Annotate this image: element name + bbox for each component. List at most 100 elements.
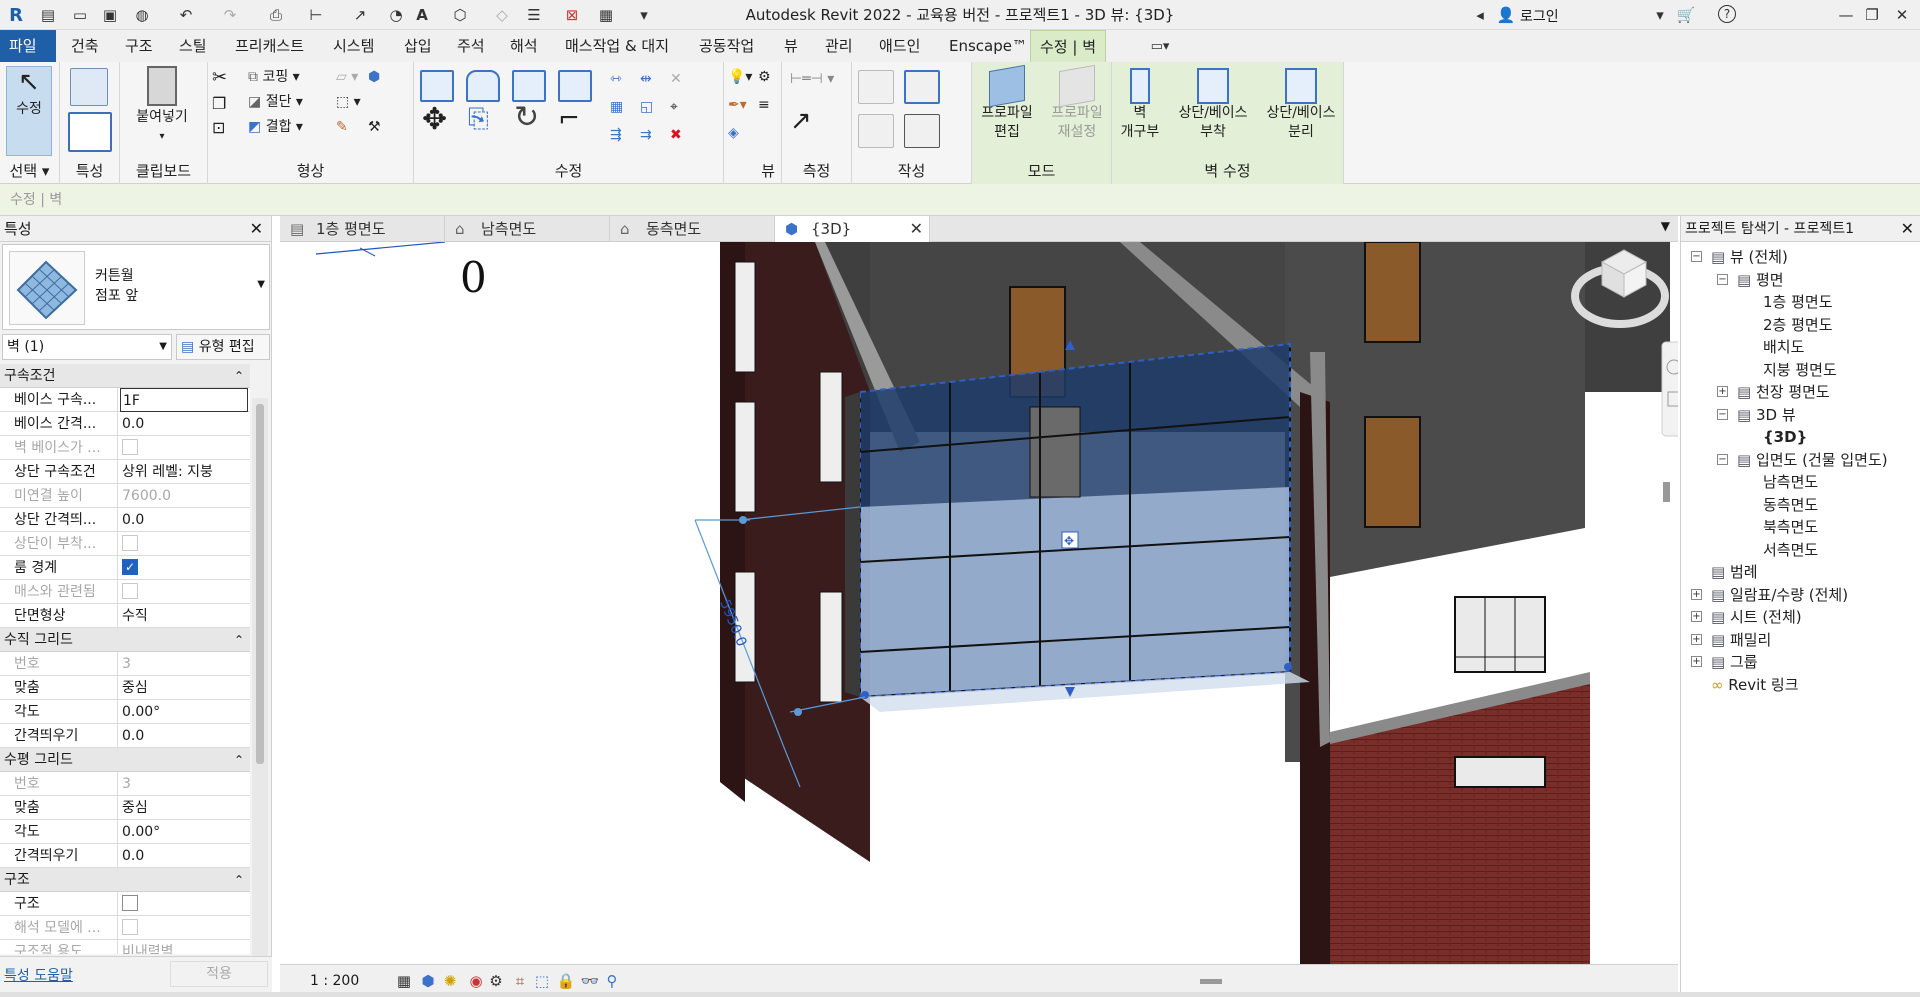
tab-collaborate[interactable]: 공동작업 bbox=[690, 30, 763, 62]
property-value[interactable]: 0.0 bbox=[120, 508, 248, 532]
close-window-icon[interactable]: ✕ bbox=[1892, 5, 1912, 25]
split-gap-icon[interactable]: ⇹ bbox=[640, 70, 652, 89]
property-value[interactable]: 1F bbox=[120, 388, 248, 412]
move-icon[interactable]: ✥ bbox=[422, 105, 447, 135]
type-selector[interactable]: 커튼월 점포 앞 ▼ bbox=[2, 244, 270, 330]
apply-button[interactable]: 적용 bbox=[170, 961, 268, 987]
create-assembly-icon[interactable] bbox=[858, 70, 894, 104]
tab-precast[interactable]: 프리캐스트 bbox=[226, 30, 313, 62]
property-section[interactable]: 수평 그리드 ⌃ bbox=[0, 748, 250, 772]
help-icon[interactable]: ? bbox=[1718, 5, 1736, 23]
tab-view-1f-plan[interactable]: ▤ 1층 평면도 bbox=[280, 216, 445, 242]
cut-button[interactable]: ◪ 절단 ▾ bbox=[248, 93, 303, 112]
checkbox-icon[interactable] bbox=[122, 582, 138, 599]
reveal-hidden-icon[interactable]: ⚲ bbox=[602, 971, 622, 991]
tree-expander[interactable]: + bbox=[1717, 386, 1728, 397]
type-properties-icon[interactable] bbox=[68, 112, 112, 152]
tree-expander[interactable]: + bbox=[1691, 588, 1702, 600]
tree-node[interactable]: 2층 평면도 bbox=[1763, 314, 1833, 336]
wall-opening-button[interactable]: 벽 개구부 bbox=[1114, 68, 1166, 142]
geometry-tool-2-icon[interactable]: ⬚ ▾ bbox=[336, 93, 361, 112]
mirror-draw-icon[interactable] bbox=[558, 70, 592, 102]
tree-node[interactable]: ▤ 3D 뷰 bbox=[1737, 404, 1796, 426]
close-browser-icon[interactable]: ✕ bbox=[1901, 216, 1914, 242]
tab-insert[interactable]: 삽입 bbox=[395, 30, 441, 62]
horizontal-scrollbar-thumb[interactable] bbox=[1200, 979, 1222, 984]
pin-icon[interactable]: ⌖ bbox=[670, 98, 678, 117]
end-control-right[interactable] bbox=[1284, 663, 1292, 671]
collapse-icon[interactable]: ⌃ bbox=[234, 364, 244, 388]
tab-annotate[interactable]: 주석 bbox=[448, 30, 494, 62]
property-value[interactable]: 상위 레벨: 지붕 bbox=[120, 460, 248, 484]
create-parts-icon[interactable] bbox=[904, 70, 940, 104]
tree-node[interactable]: 배치도 bbox=[1763, 336, 1804, 358]
tab-structure[interactable]: 구조 bbox=[116, 30, 162, 62]
tab-view-3d[interactable]: ⬢ {3D} ✕ bbox=[775, 216, 930, 242]
type-dropdown-icon[interactable]: ▼ bbox=[257, 279, 265, 290]
geometry-tool-3-icon[interactable]: ⬢ bbox=[368, 68, 380, 87]
checkbox-icon[interactable] bbox=[122, 534, 138, 551]
property-section[interactable]: 구속조건 ⌃ bbox=[0, 364, 250, 388]
dropdown-icon[interactable]: ▾ bbox=[1650, 5, 1670, 25]
tree-expander[interactable]: + bbox=[1691, 611, 1702, 622]
offset-icon[interactable] bbox=[466, 70, 500, 102]
properties-help-link[interactable]: 특성 도움말 bbox=[4, 965, 73, 985]
tree-expander[interactable]: − bbox=[1691, 251, 1702, 262]
trim-icon[interactable]: ⌐ bbox=[558, 106, 580, 132]
tree-node[interactable]: ∞ Revit 링크 bbox=[1711, 674, 1799, 696]
cut-geometry-icon[interactable]: ✂ bbox=[212, 68, 227, 87]
building-3d-view[interactable]: 0 ✥ 5950.0 bbox=[280, 242, 1678, 964]
property-section[interactable]: 수직 그리드 ⌃ bbox=[0, 628, 250, 652]
dimension-grip-1[interactable] bbox=[739, 516, 747, 524]
mirror-axis-icon[interactable] bbox=[512, 70, 546, 102]
tree-node[interactable]: ▤ 일람표/수량 (전체) bbox=[1711, 584, 1848, 606]
restore-icon[interactable]: ❐ bbox=[1862, 5, 1882, 25]
property-value[interactable]: 0.00° bbox=[120, 820, 248, 844]
tab-massing-site[interactable]: 매스작업 & 대지 bbox=[556, 30, 678, 62]
align-icon[interactable] bbox=[420, 70, 454, 102]
property-value[interactable]: 0.00° bbox=[120, 700, 248, 724]
login-label[interactable]: 로그인 bbox=[1520, 6, 1559, 26]
dimension-icon[interactable]: ↗ bbox=[790, 108, 812, 134]
attach-top-base-button[interactable]: 상단/베이스 부착 bbox=[1168, 68, 1258, 142]
collapse-icon[interactable]: ⌃ bbox=[234, 628, 244, 652]
collapse-icon[interactable]: ⌃ bbox=[234, 868, 244, 892]
detail-level-icon[interactable]: ▦ bbox=[394, 971, 414, 991]
canvas-scrollbar-thumb[interactable] bbox=[1663, 482, 1670, 502]
tree-expander[interactable]: + bbox=[1691, 633, 1702, 645]
tree-node[interactable]: 북측면도 bbox=[1763, 516, 1818, 538]
tree-node[interactable]: ▤ 입면도 (건물 입면도) bbox=[1737, 449, 1888, 471]
view-tool-icon[interactable]: ◈ bbox=[728, 124, 739, 143]
properties-scrollbar[interactable] bbox=[252, 398, 268, 982]
trim-multi-icon[interactable]: ⇶ bbox=[610, 126, 622, 145]
tree-node[interactable]: ▤ 그룹 bbox=[1711, 651, 1758, 673]
close-tab-icon[interactable]: ✕ bbox=[910, 216, 923, 242]
linework-icon[interactable]: ✒▾ bbox=[728, 96, 747, 115]
override-icon[interactable]: ⚙ bbox=[758, 68, 771, 87]
visual-style-icon[interactable]: ⬢ bbox=[418, 971, 438, 991]
edit-type-button[interactable]: ▤ 유형 편집 bbox=[176, 334, 270, 360]
tab-systems[interactable]: 시스템 bbox=[324, 30, 383, 62]
tree-expander[interactable]: − bbox=[1717, 273, 1728, 285]
properties-scroll-thumb[interactable] bbox=[256, 404, 264, 764]
curtain-wall-glass[interactable] bbox=[860, 487, 1290, 697]
tree-node[interactable]: 지붕 평면도 bbox=[1763, 359, 1837, 381]
info-nav-icon[interactable]: ◂ bbox=[1470, 5, 1490, 25]
paste-button[interactable]: 붙여넣기 ▾ bbox=[130, 66, 194, 146]
user-icon[interactable]: 👤 bbox=[1496, 5, 1516, 25]
lock-view-icon[interactable]: 🔒 bbox=[556, 971, 576, 991]
match-type-icon[interactable]: ⊡ bbox=[212, 118, 225, 137]
unpin-icon[interactable]: ✕ bbox=[670, 70, 682, 89]
tab-analyze[interactable]: 해석 bbox=[501, 30, 547, 62]
tab-view-east[interactable]: ⌂ 동측면도 bbox=[610, 216, 775, 242]
tab-manage[interactable]: 관리 bbox=[816, 30, 862, 62]
tabs-menu-icon[interactable]: ▼ bbox=[1661, 219, 1670, 233]
property-section[interactable]: 구조 ⌃ bbox=[0, 868, 250, 892]
shadows-icon[interactable]: ◉ bbox=[466, 971, 486, 991]
tab-enscape[interactable]: Enscape™ bbox=[940, 30, 1036, 62]
tree-node[interactable]: ▤ 패밀리 bbox=[1711, 629, 1771, 651]
copy-element-icon[interactable]: ⎘ bbox=[468, 106, 489, 132]
tab-file[interactable]: 파일 bbox=[0, 30, 56, 62]
measure-distance-icon[interactable]: ⊢═⊣ ▾ bbox=[790, 70, 834, 89]
demolish-icon[interactable]: ⚒ bbox=[368, 118, 381, 137]
